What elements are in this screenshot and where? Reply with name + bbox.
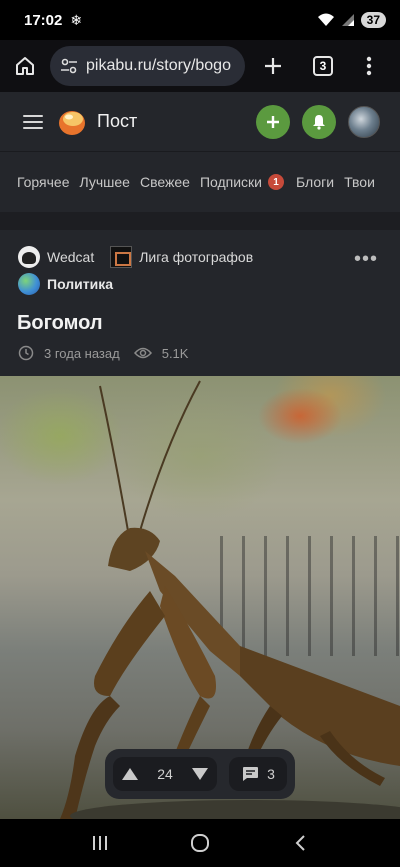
back-chevron-icon [295, 835, 305, 851]
user-avatar[interactable] [348, 105, 380, 138]
tab-fresh[interactable]: Свежее [140, 174, 190, 190]
recent-apps-button[interactable] [80, 823, 120, 863]
post-actions-bar: 24 3 [105, 749, 295, 799]
pikabu-logo[interactable] [57, 107, 87, 137]
home-button[interactable] [0, 40, 50, 92]
clock-icon [18, 345, 34, 361]
rating-count: 24 [157, 766, 173, 782]
post-card: Wedcat Лига фотографов ••• Политика Бого… [0, 230, 400, 376]
eye-icon [133, 346, 152, 360]
tab-blogs[interactable]: Блоги [296, 174, 334, 190]
tabs-button[interactable]: 3 [301, 40, 345, 92]
comment-icon [243, 767, 259, 781]
plus-icon [267, 115, 279, 128]
post-title[interactable]: Богомол [17, 312, 103, 335]
vote-group: 24 [113, 757, 217, 791]
snowflake-icon: ❄ [70, 11, 83, 28]
signal-icon [341, 14, 354, 26]
downvote-arrow-icon[interactable] [191, 767, 209, 781]
home-circle-icon [191, 834, 209, 852]
home-icon [16, 57, 34, 75]
more-options-icon[interactable]: ••• [354, 248, 378, 271]
address-bar[interactable]: pikabu.ru/story/bogo [50, 46, 245, 86]
recent-apps-icon [93, 836, 107, 850]
comments-button[interactable]: 3 [229, 757, 287, 791]
subscriptions-badge: 1 [268, 174, 284, 190]
globe-icon [18, 273, 40, 295]
system-navigation-bar [0, 819, 400, 867]
tab-hot[interactable]: Горячее [17, 174, 70, 190]
kebab-menu-icon [366, 56, 372, 76]
comment-count: 3 [267, 766, 275, 782]
site-header: Пост [0, 92, 400, 152]
status-time: 17:02 [24, 11, 63, 29]
upvote-arrow-icon[interactable] [121, 767, 139, 781]
home-nav-button[interactable] [180, 823, 220, 863]
battery-indicator: 37 [360, 12, 386, 28]
browser-toolbar: pikabu.ru/story/bogo 3 [0, 40, 400, 92]
tab-yours[interactable]: Твои [344, 174, 375, 190]
wifi-icon [317, 13, 334, 26]
post-time: 3 года назад [44, 345, 120, 361]
url-text: pikabu.ru/story/bogo [86, 57, 231, 74]
browser-menu-button[interactable] [345, 40, 393, 92]
view-count: 5.1K [161, 345, 189, 361]
bell-icon [313, 114, 325, 130]
new-tab-button[interactable] [245, 40, 301, 92]
back-button[interactable] [280, 823, 320, 863]
add-post-button[interactable] [256, 104, 290, 139]
notifications-button[interactable] [302, 104, 336, 139]
community-avatar[interactable] [110, 246, 133, 268]
tab-best[interactable]: Лучшее [80, 174, 130, 190]
status-bar: 17:02 ❄ 37 [0, 0, 400, 40]
tab-subscriptions[interactable]: Подписки [200, 174, 262, 190]
post-tag[interactable]: Политика [47, 276, 113, 292]
page-title: Пост [97, 111, 138, 131]
status-icons: 37 [317, 12, 386, 28]
author-name[interactable]: Wedcat [47, 249, 94, 265]
author-avatar[interactable] [18, 246, 40, 268]
community-name[interactable]: Лига фотографов [139, 249, 253, 265]
divider [0, 212, 400, 230]
plus-icon [265, 58, 281, 74]
tab-count: 3 [313, 56, 333, 76]
hamburger-menu-icon[interactable] [23, 111, 43, 133]
post-stats: 3 года назад 5.1K [18, 345, 188, 361]
site-settings-icon [61, 58, 77, 74]
category-tabs: Горячее Лучшее Свежее Подписки 1 Блоги Т… [0, 152, 400, 212]
